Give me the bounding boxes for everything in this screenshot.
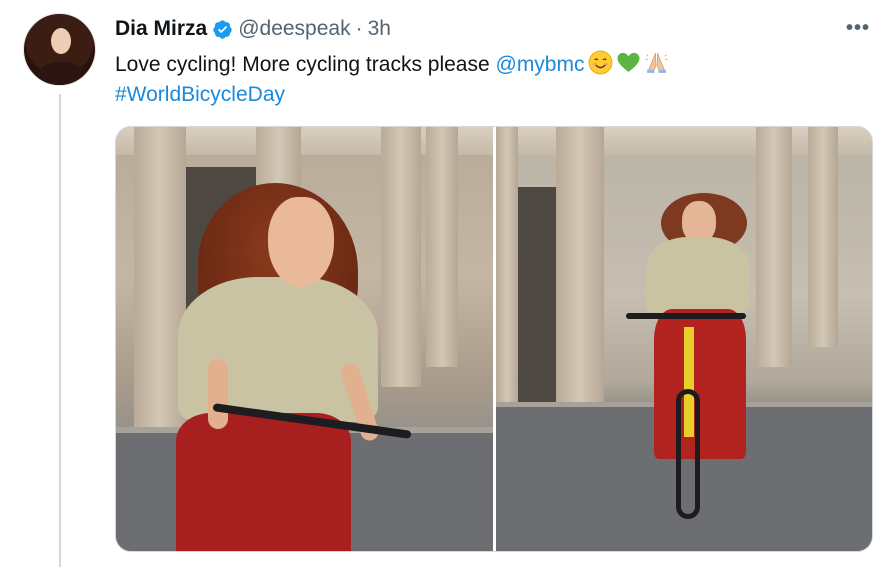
avatar-body: [38, 62, 84, 85]
photo-rider-shirt: [645, 237, 750, 313]
tweet-body: Love cycling! More cycling tracks please…: [115, 50, 855, 110]
tweet-timestamp[interactable]: 3h: [368, 17, 391, 41]
emoji-group: [588, 50, 669, 75]
tweet-header: Dia Mirza @deespeak · 3h: [115, 16, 391, 42]
photo-cycling-wide[interactable]: [495, 127, 872, 551]
smiling-face-emoji-icon: [588, 50, 613, 75]
tweet-media-grid: [115, 126, 873, 552]
hashtag-link[interactable]: #WorldBicycleDay: [115, 83, 285, 106]
photo-pillar: [555, 127, 604, 407]
photo-rider-pants: [176, 413, 351, 551]
photo-cycling-closeup[interactable]: [116, 127, 493, 551]
tweet-text: Love cycling! More cycling tracks please: [115, 53, 496, 76]
mention-link[interactable]: @mybmc: [496, 53, 585, 76]
photo-background-shadow: [515, 187, 556, 407]
avatar-face: [51, 28, 71, 54]
photo-rider-face: [268, 197, 334, 287]
author-handle[interactable]: @deespeak: [238, 17, 350, 41]
folded-hands-emoji-icon: [644, 50, 669, 75]
author-avatar[interactable]: [23, 13, 96, 86]
green-heart-emoji-icon: [616, 50, 641, 75]
photo-rider-pants: [653, 309, 746, 459]
photo-pillar: [426, 127, 458, 367]
photo-pillar: [755, 127, 792, 367]
photo-pillar: [381, 127, 421, 387]
photo-bicycle-handlebar: [625, 313, 746, 319]
photo-pillar: [495, 127, 518, 427]
author-name[interactable]: Dia Mirza: [115, 17, 207, 41]
verified-badge-icon: [212, 19, 233, 40]
header-separator: ·: [355, 17, 363, 40]
more-options-icon[interactable]: •••: [845, 18, 871, 38]
photo-pillar: [807, 127, 838, 347]
photo-rider-arm: [208, 359, 228, 429]
photo-bicycle-wheel: [675, 389, 700, 519]
thread-line: [59, 94, 61, 567]
